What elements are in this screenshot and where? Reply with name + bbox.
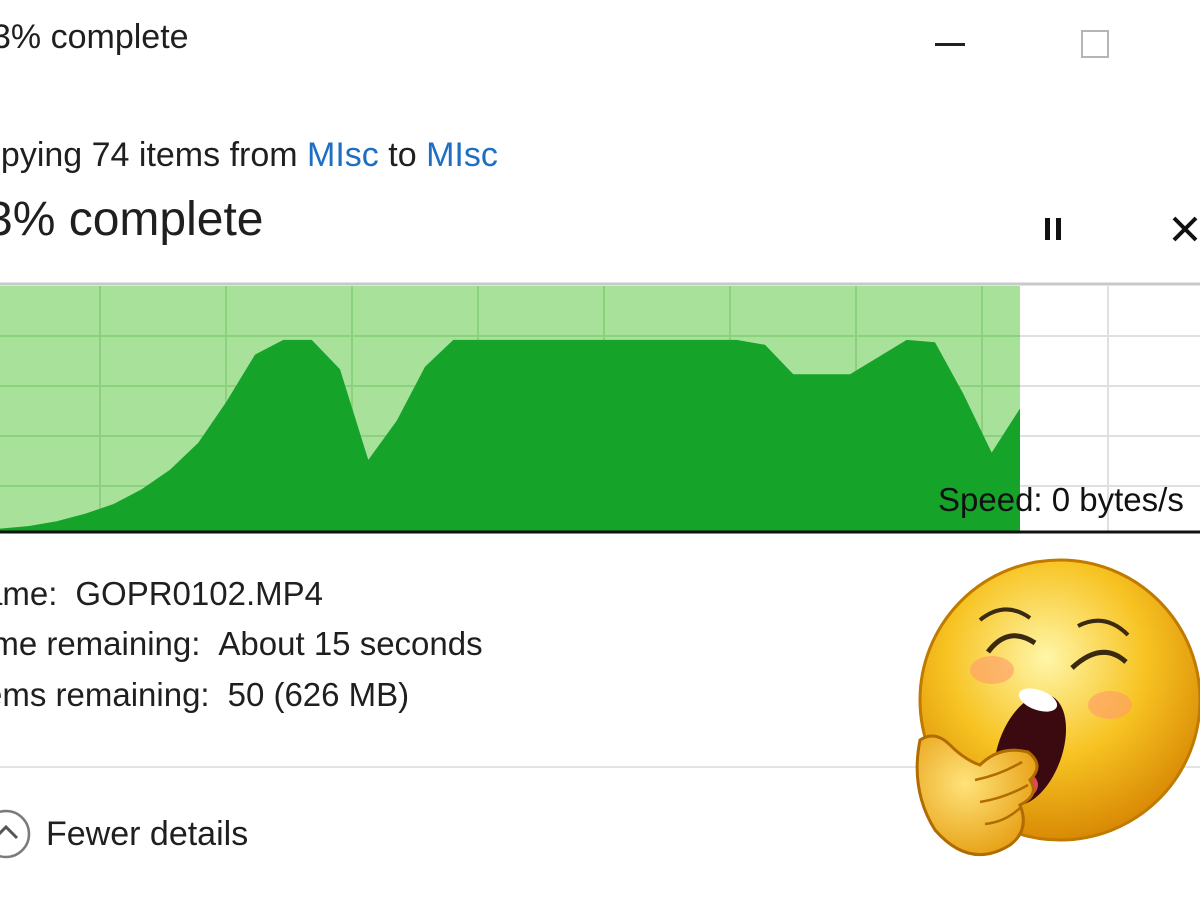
yawning-emoji-icon bbox=[915, 558, 1200, 857]
copy-summary-to: to bbox=[378, 136, 427, 174]
pause-button[interactable] bbox=[1030, 205, 1078, 253]
speed-graph: Speed: 0 bytes/s bbox=[0, 280, 1200, 535]
minimize-icon bbox=[935, 42, 965, 46]
copy-summary: opying 74 items from MIsc to MIsc bbox=[0, 136, 498, 175]
detail-name-value: GOPR0102.MP4 bbox=[75, 575, 323, 612]
destination-folder-link[interactable]: MIsc bbox=[426, 136, 498, 174]
speed-label: Speed: 0 bytes/s bbox=[938, 481, 1184, 518]
chevron-up-icon bbox=[0, 809, 31, 859]
detail-items-row: ems remaining: 50 (626 MB) bbox=[0, 676, 409, 714]
copy-summary-prefix: opying 74 items from bbox=[0, 136, 308, 174]
detail-name-row: ame: GOPR0102.MP4 bbox=[0, 575, 323, 613]
detail-time-value: About 15 seconds bbox=[218, 625, 483, 662]
detail-time-row: ime remaining: About 15 seconds bbox=[0, 625, 483, 663]
speed-graph-canvas: Speed: 0 bytes/s bbox=[0, 280, 1200, 535]
detail-time-label: ime remaining: bbox=[0, 625, 201, 662]
detail-items-value: 50 (626 MB) bbox=[227, 676, 410, 713]
detail-name-label: ame: bbox=[0, 575, 58, 612]
fewer-details-label: Fewer details bbox=[46, 814, 249, 853]
source-folder-link[interactable]: MIsc bbox=[307, 136, 379, 174]
maximize-icon bbox=[1081, 30, 1109, 58]
detail-items-label: ems remaining: bbox=[0, 676, 210, 713]
window-title: 3% complete bbox=[0, 18, 189, 56]
fewer-details-button[interactable]: Fewer details bbox=[0, 808, 248, 860]
close-icon bbox=[1172, 216, 1198, 242]
minimize-button[interactable] bbox=[920, 14, 980, 74]
cancel-button[interactable] bbox=[1170, 205, 1200, 253]
pause-icon bbox=[1045, 218, 1061, 240]
maximize-button[interactable] bbox=[1065, 14, 1125, 74]
progress-heading: 3% complete bbox=[0, 193, 264, 246]
